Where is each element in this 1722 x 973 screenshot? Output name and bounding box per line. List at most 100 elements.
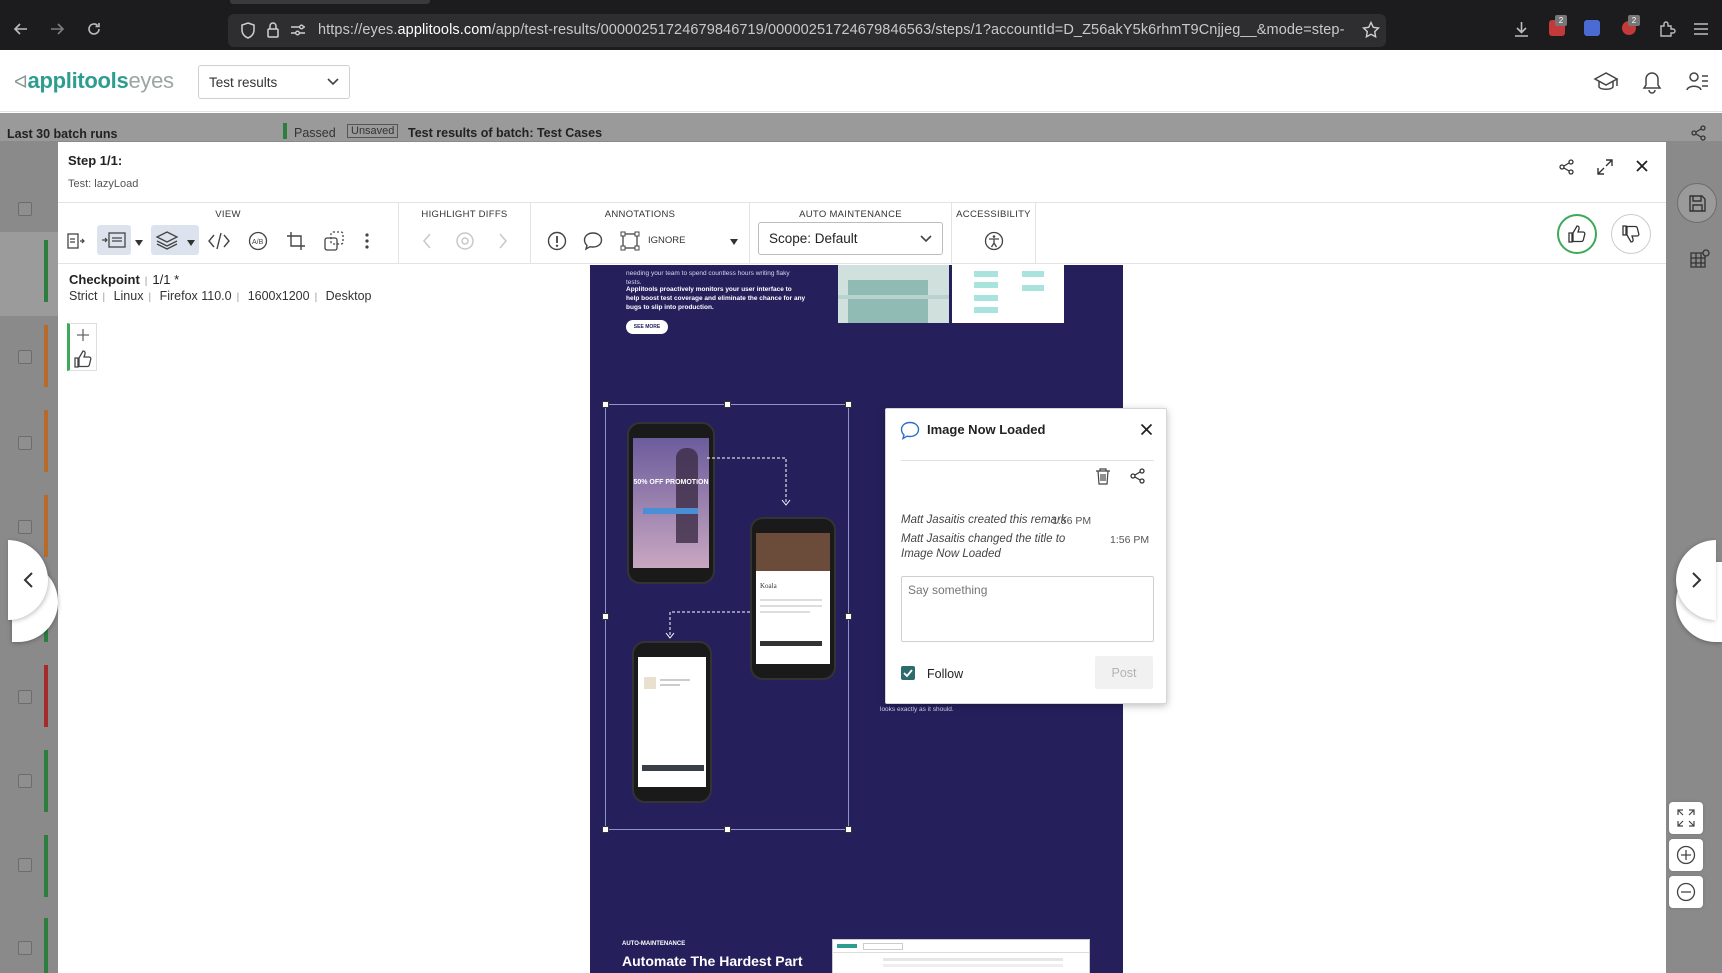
view-select-dropdown[interactable]: Test results [198,65,350,99]
follow-label: Follow [927,667,964,681]
shield-icon[interactable] [240,22,256,39]
remark-icon [900,421,920,440]
accessibility-label: ACCESSIBILITY [956,209,1031,220]
status-stripe [283,123,287,139]
chevron-down-icon[interactable] [730,239,738,245]
batch-status: Passed [294,126,336,140]
thumbs-down-icon [1622,225,1640,243]
ignore-region-icon[interactable] [620,231,640,251]
url-bar[interactable]: https://eyes.applitools.com/app/test-res… [228,14,1386,47]
user-account-icon[interactable] [1686,70,1710,94]
highlight-diffs-icon[interactable] [455,231,475,251]
active-tab[interactable] [230,0,430,4]
layers-button[interactable] [151,225,199,255]
status-stripe [44,750,48,812]
compare-ab-icon[interactable]: A/B [248,231,268,251]
zoom-in-icon [1676,845,1696,865]
zoom-out-button[interactable] [1669,876,1703,908]
plus-icon[interactable] [76,328,90,342]
expand-icon[interactable] [1597,159,1613,175]
row-checkbox[interactable] [18,520,32,534]
table-settings-icon[interactable] [1689,248,1711,270]
share-icon[interactable] [1559,159,1575,175]
status-stripe [44,918,48,973]
app-header: ᐊapplitoolseyes Test results [0,50,1722,112]
unsaved-badge: Unsaved [347,124,399,138]
step-thumbnail-panel[interactable] [67,323,97,371]
status-stripe [44,325,48,387]
thumbs-up-icon [74,350,92,368]
crop-icon[interactable] [286,231,306,251]
chevron-down-icon[interactable] [135,240,143,246]
remark-title[interactable]: Image Now Loaded [927,422,1045,437]
step-viewer-modal: Step 1/1: Test: lazyLoad VIEW A/B HIGHLI… [12,142,1722,973]
dropdown-value: Test results [209,75,278,90]
row-checkbox[interactable] [18,436,32,450]
academy-cap-icon[interactable] [1593,71,1619,93]
next-diff-icon[interactable] [497,231,509,251]
row-checkbox[interactable] [18,690,32,704]
checkmark-icon [903,669,913,678]
back-icon[interactable] [12,20,30,38]
permissions-icon[interactable] [290,23,306,37]
zoom-in-button[interactable] [1669,839,1703,871]
previous-diff-icon[interactable] [421,231,433,251]
menu-icon[interactable] [1692,21,1710,37]
reject-button[interactable] [1611,214,1651,254]
close-icon[interactable] [1635,159,1649,173]
row-checkbox[interactable] [18,202,32,216]
auto-maintenance-kicker: AUTO-MAINTENANCE [622,941,686,947]
lock-icon[interactable] [266,21,280,39]
annotations-label: ANNOTATIONS [604,209,676,220]
chevron-down-icon [187,240,195,246]
svg-text:A/B: A/B [252,239,264,246]
comment-input[interactable] [901,576,1154,642]
history-time: 1:56 PM [1052,515,1092,527]
status-stripe [44,410,48,472]
forward-icon[interactable] [48,20,66,38]
bookmark-star-icon[interactable] [1362,21,1380,39]
fit-to-screen-button[interactable] [1669,802,1703,834]
extensions-puzzle-icon[interactable] [1658,20,1676,38]
highlight-diffs-label: HIGHLIGHT DIFFS [421,209,508,220]
scope-value: Scope: Default [769,231,858,246]
issue-icon[interactable] [547,231,567,251]
code-view-icon[interactable] [208,231,230,251]
status-stripe [44,835,48,897]
selected-batch-row[interactable] [0,232,58,316]
row-checkbox[interactable] [18,350,32,364]
extension-badge: 2 [1628,15,1640,26]
close-icon[interactable] [1140,423,1153,436]
share-icon[interactable] [1691,125,1707,141]
more-options-icon[interactable] [364,231,370,251]
region-compare-icon[interactable] [324,231,344,251]
row-checkbox[interactable] [18,941,32,955]
remark-icon[interactable] [583,231,603,251]
row-checkbox[interactable] [18,858,32,872]
history-time: 1:56 PM [1110,534,1150,546]
applitools-logo[interactable]: ᐊapplitoolseyes [14,68,174,94]
save-button[interactable] [1677,183,1717,223]
side-by-side-icon[interactable] [67,231,95,251]
download-icon[interactable] [1513,20,1530,38]
row-checkbox[interactable] [18,774,32,788]
extension-badge: 2 [1555,15,1567,26]
chevron-right-icon [1692,572,1702,588]
share-icon[interactable] [1130,468,1146,484]
url-text[interactable]: https://eyes.applitools.com/app/test-res… [318,22,1348,38]
follow-checkbox[interactable] [901,666,915,680]
annotations-group: ANNOTATIONS IGNORE [531,203,750,264]
view-group: VIEW A/B [58,203,399,264]
accessibility-icon[interactable] [984,231,1004,251]
post-button[interactable]: Post [1095,656,1153,689]
accept-button[interactable] [1557,214,1597,254]
trash-icon[interactable] [1095,467,1111,485]
reload-icon[interactable] [85,20,103,38]
video-extension-icon[interactable] [1584,20,1600,36]
scope-dropdown[interactable]: Scope: Default [758,222,943,255]
device-type: Desktop [325,289,372,303]
status-stripe [44,240,48,302]
notifications-bell-icon[interactable] [1641,70,1663,94]
single-view-button[interactable] [97,225,131,255]
ignore-label[interactable]: IGNORE [648,235,685,246]
